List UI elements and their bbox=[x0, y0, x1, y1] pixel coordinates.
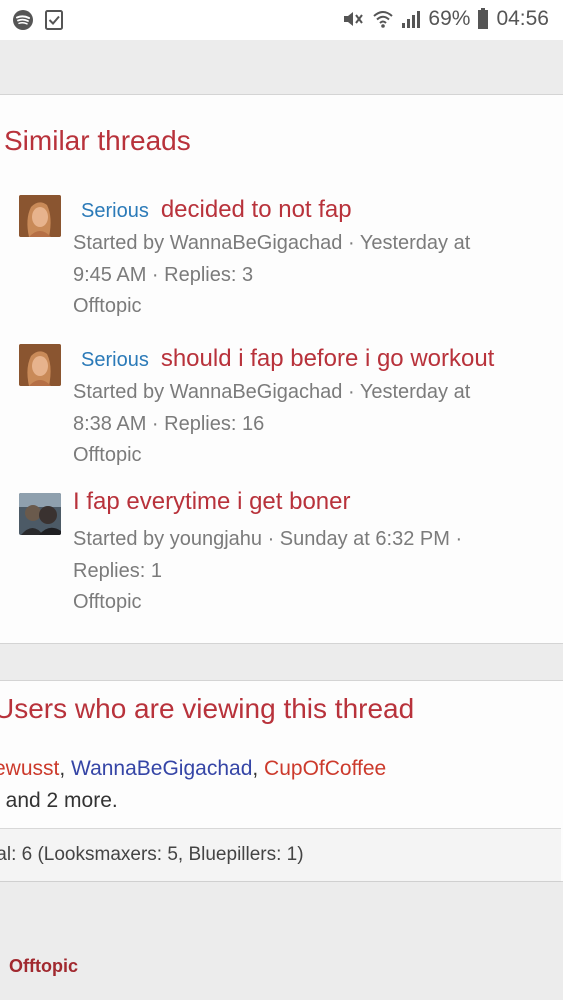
thread-forum-link[interactable]: Offtopic bbox=[73, 440, 543, 472]
thread-meta-line: Replies: 1 bbox=[73, 559, 162, 582]
breadcrumb-offtopic-link[interactable]: Offtopic bbox=[9, 956, 78, 977]
viewer-list: ewusst, WannaBeGigachad, CupOfCoffee bbox=[0, 757, 386, 781]
thread-title-link[interactable]: decided to not fap bbox=[161, 196, 352, 223]
viewers-block: Users who are viewing this thread ewusst… bbox=[0, 680, 563, 882]
viewer-more-text: . and 2 more. bbox=[0, 789, 118, 812]
thread-forum-link[interactable]: Offtopic bbox=[73, 291, 543, 323]
list-separator: , bbox=[59, 757, 72, 780]
viewer-total-text: tal: 6 (Looksmaxers: 5, Bluepillers: 1) bbox=[0, 844, 304, 865]
viewer-user-link[interactable]: WannaBeGigachad bbox=[71, 757, 252, 780]
clock: 04:56 bbox=[496, 7, 549, 30]
list-separator: , bbox=[252, 757, 265, 780]
checkbox-icon bbox=[44, 9, 64, 31]
viewer-total-row: tal: 6 (Looksmaxers: 5, Bluepillers: 1) bbox=[0, 828, 561, 882]
status-bar: 69% 04:56 bbox=[0, 0, 563, 40]
thread-meta-line: Started by WannaBeGigachad · Yesterday a… bbox=[73, 232, 471, 254]
similar-threads-heading: Similar threads bbox=[4, 125, 191, 156]
mute-icon bbox=[341, 9, 365, 29]
avatar[interactable] bbox=[19, 195, 61, 237]
thread-meta-line: 9:45 AM · Replies: 3 bbox=[73, 263, 254, 286]
thread-meta-line: Started by WannaBeGigachad · Yesterday a… bbox=[73, 381, 471, 403]
viewer-user-link[interactable]: ewusst bbox=[0, 757, 59, 780]
battery-icon bbox=[477, 8, 489, 30]
viewer-user-link[interactable]: CupOfCoffee bbox=[264, 757, 386, 780]
spotify-icon bbox=[12, 9, 34, 31]
thread-title-line: I fap everytime i get boner bbox=[73, 488, 350, 516]
thread-prefix-label[interactable]: Serious bbox=[81, 349, 149, 371]
thread-meta: Started by WannaBeGigachad · Yesterday a… bbox=[73, 228, 543, 323]
viewers-heading: Users who are viewing this thread bbox=[0, 693, 415, 724]
thread-prefix-label[interactable]: Serious bbox=[81, 200, 149, 222]
similar-threads-block: Similar threads Serious decided to not fa… bbox=[0, 94, 563, 644]
thread-title-line: Serious decided to not fap bbox=[81, 196, 352, 224]
avatar[interactable] bbox=[19, 344, 61, 386]
signal-icon bbox=[401, 9, 421, 29]
thread-title-link[interactable]: I fap everytime i get boner bbox=[73, 488, 350, 515]
thread-meta-line: 8:38 AM · Replies: 16 bbox=[73, 412, 265, 435]
thread-meta-line: Started by youngjahu · Sunday at 6:32 PM… bbox=[73, 528, 463, 550]
thread-meta: Started by youngjahu · Sunday at 6:32 PM… bbox=[73, 524, 543, 619]
thread-title-link[interactable]: should i fap before i go workout bbox=[161, 345, 495, 372]
battery-percent: 69% bbox=[428, 7, 471, 30]
thread-title-line: Serious should i fap before i go workout bbox=[81, 345, 494, 373]
thread-forum-link[interactable]: Offtopic bbox=[73, 587, 543, 619]
avatar[interactable] bbox=[19, 493, 61, 535]
wifi-icon bbox=[372, 9, 394, 29]
thread-meta: Started by WannaBeGigachad · Yesterday a… bbox=[73, 377, 543, 472]
